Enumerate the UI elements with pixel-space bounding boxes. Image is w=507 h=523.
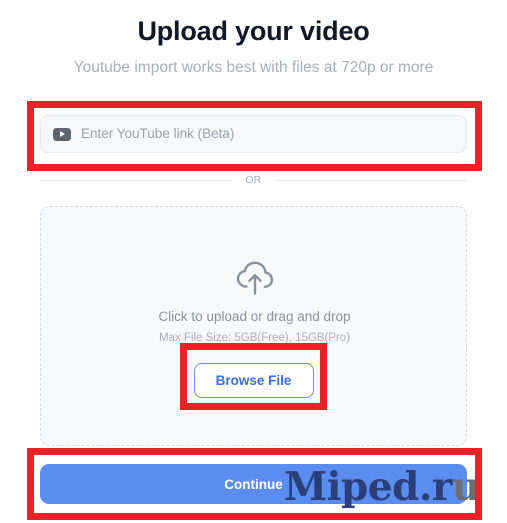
cloud-upload-icon bbox=[41, 259, 468, 299]
continue-button[interactable]: Continue bbox=[40, 464, 467, 504]
divider-line-right bbox=[275, 179, 468, 181]
divider-line-left bbox=[40, 179, 232, 181]
page-subtitle: Youtube import works best with files at … bbox=[73, 59, 434, 76]
or-divider: OR bbox=[40, 172, 468, 188]
upload-video-modal: Upload your video Youtube import works b… bbox=[0, 0, 507, 523]
dropzone-secondary-text: Max File Size: 5GB(Free), 15GB(Pro) bbox=[158, 332, 351, 344]
page-title: Upload your video bbox=[137, 16, 370, 46]
youtube-play-icon bbox=[53, 127, 71, 141]
youtube-link-placeholder: Enter YouTube link (Beta) bbox=[81, 126, 235, 141]
divider-label: OR bbox=[245, 174, 262, 186]
dropzone-primary-text: Click to upload or drag and drop bbox=[158, 309, 351, 324]
file-dropzone[interactable]: Click to upload or drag and drop Max Fil… bbox=[40, 206, 467, 446]
browse-file-button[interactable]: Browse File bbox=[193, 363, 314, 398]
youtube-link-input[interactable]: Enter YouTube link (Beta) bbox=[40, 115, 467, 153]
